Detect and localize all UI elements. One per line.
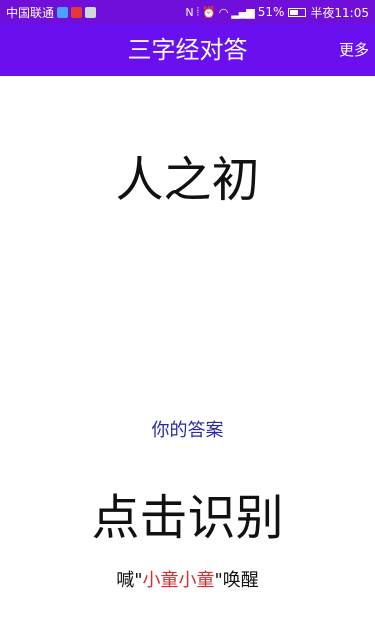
wake-word: 小童小童 (142, 570, 215, 591)
battery-percent: 51% (257, 5, 285, 19)
shield-icon (57, 6, 69, 18)
signal-icon: ▂▄▆ (231, 5, 254, 19)
recognize-button[interactable]: 点击识别 (0, 478, 375, 548)
wake-hint: 喊"小童小童"唤醒 (0, 566, 375, 592)
answer-label: 你的答案 (151, 420, 224, 441)
wake-hint-prefix: 喊" (116, 570, 143, 591)
question-text: 人之初 (115, 152, 260, 208)
status-left: 中国联通 (6, 4, 97, 21)
app-bar: 三字经对答 更多 (0, 24, 375, 76)
status-right: N ⦙ ⏰ ◠ ▂▄▆ 51% 半夜11:05 (185, 4, 369, 21)
microphone-icon (71, 6, 83, 18)
message-icon (85, 6, 97, 18)
clock: 半夜11:05 (310, 5, 369, 20)
battery-icon (288, 7, 307, 17)
alarm-icon: ⏰ (202, 5, 216, 19)
carrier-name: 中国联通 (6, 5, 55, 20)
wifi-icon: ◠ (218, 5, 229, 19)
vibrate-icon: ⦙ (196, 5, 200, 18)
status-bar: 中国联通 N ⦙ ⏰ ◠ ▂▄▆ 51% 半夜11:05 (0, 0, 375, 24)
nfc-icon: N (185, 5, 193, 19)
wake-hint-suffix: "唤醒 (214, 570, 259, 591)
more-button[interactable]: 更多 (339, 24, 369, 76)
app-title: 三字经对答 (127, 36, 248, 64)
